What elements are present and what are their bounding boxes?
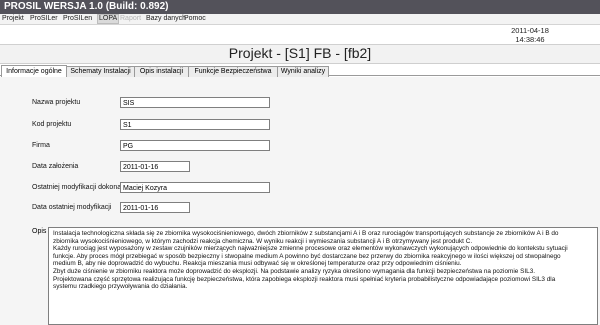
menu-item-raport: Raport (120, 15, 142, 22)
nazwa-projektu-input[interactable]: SIS (120, 97, 270, 108)
menu-item-lopa[interactable]: LOPA (97, 14, 120, 24)
project-title: Projekt - [S1] FB - [fb2] (228, 45, 372, 61)
menu-bar: Projekt ProSILer ProSILen LOPA Raport Ba… (0, 14, 600, 25)
app-title-bar: PROSIL WERSJA 1.0 (Build: 0.892) (0, 0, 600, 14)
data-zalozenia-input[interactable]: 2011-01-16 (120, 161, 190, 172)
nazwa-projektu-label: Nazwa projektu (32, 99, 81, 106)
status-time: 14:38:46 (515, 35, 545, 44)
opis-line: Każdy rurociąg jest wyposażony w zestaw … (53, 245, 568, 253)
opis-line: funkcje. Aby proces mógł przebiegać w sp… (53, 252, 561, 260)
datetime-display: 2011-04-18 14:38:46 (500, 26, 560, 44)
data-ostatniej-modyfikacji-input[interactable]: 2011-01-16 (120, 202, 190, 213)
ostatnia-modyfikacja-osoba-input[interactable]: Maciej Kozyra (120, 182, 270, 193)
data-zalozenia-label: Data założenia (32, 163, 79, 170)
menu-item-prosilen[interactable]: ProSILen (63, 14, 92, 24)
opis-line: Instalacja technologiczna składa się ze … (53, 230, 559, 237)
opis-line: zbiornika wysokociśnieniowego, w którym … (53, 237, 473, 245)
kod-projektu-label: Kod projektu (32, 121, 72, 128)
opis-line: medium B, aby nie doprowadzić do wybuchu… (53, 260, 462, 268)
tab-funkcje-bezpieczenstwa[interactable]: Funkcje Bezpieczeństwa (188, 66, 278, 77)
tab-schematy-instalacji[interactable]: Schematy Instalacji (66, 66, 135, 77)
opis-textarea[interactable]: Instalacja technologiczna składa się ze … (48, 227, 598, 325)
menu-item-bazy-danych[interactable]: Bazy danych (146, 14, 186, 24)
opis-line: systemu rzadkiego przywoływania do dział… (53, 283, 188, 291)
status-date: 2011-04-18 (511, 26, 549, 35)
kod-projektu-input[interactable]: S1 (120, 119, 270, 130)
menu-item-projekt[interactable]: Projekt (2, 14, 24, 24)
firma-input[interactable]: PG (120, 140, 270, 151)
ostatnia-modyfikacja-osoba-label: Ostatniej modyfikacji dokonał (32, 184, 123, 191)
menu-item-prosiler[interactable]: ProSILer (30, 14, 58, 24)
opis-line: Zbyt duże ciśnienie w zbiorniku reaktora… (53, 267, 536, 275)
tab-opis-instalacji[interactable]: Opis instalacji (134, 66, 189, 77)
tab-wyniki-analizy[interactable]: Wyniki analizy (277, 66, 329, 77)
app-title: PROSIL WERSJA 1.0 (Build: 0.892) (4, 1, 169, 12)
opis-label: Opis (32, 228, 47, 235)
menu-item-pomoc[interactable]: Pomoc (184, 14, 206, 24)
opis-line: Projektowana część sprzętowa realizująca… (53, 275, 556, 283)
data-ostatniej-modyfikacji-label: Data ostatniej modyfikacji (32, 204, 112, 211)
firma-label: Firma (32, 142, 50, 149)
